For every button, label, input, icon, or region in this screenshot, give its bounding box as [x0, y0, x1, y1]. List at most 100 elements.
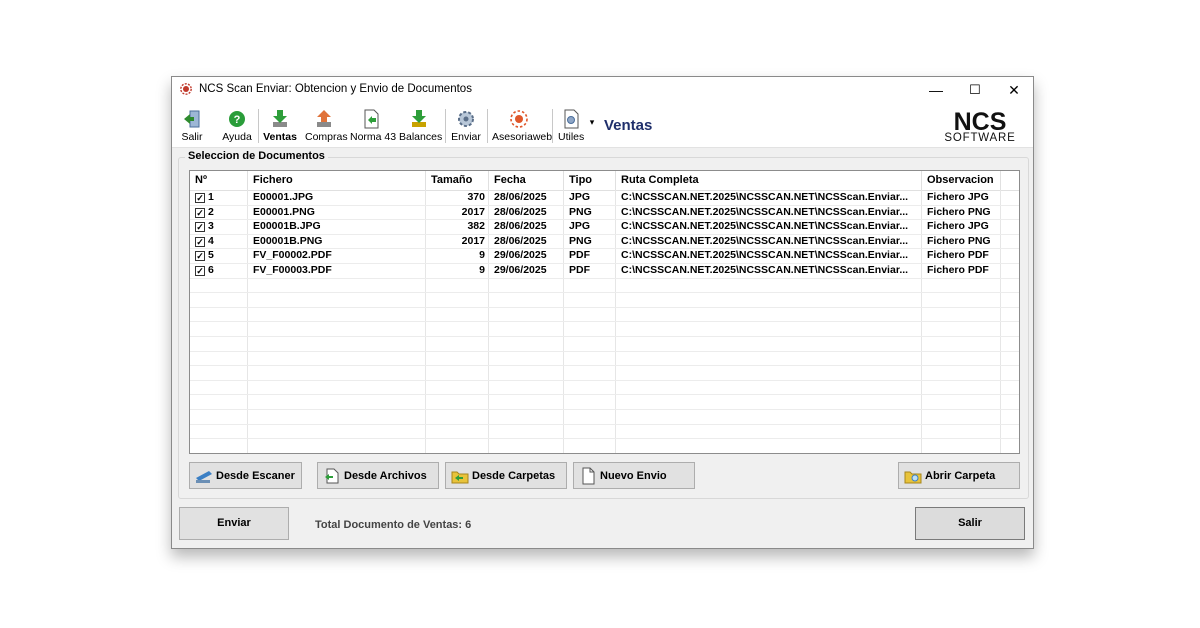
row-checkbox[interactable]: ✓	[195, 251, 205, 262]
selection-group-label: Seleccion de Documentos	[185, 150, 328, 162]
table-row	[190, 394, 1019, 410]
cell-number: ✓ 6	[190, 263, 248, 278]
cell-observacion: Fichero JPG	[927, 191, 989, 203]
close-button[interactable]: ✕	[994, 77, 1034, 103]
chevron-down-icon[interactable]: ▾	[587, 117, 597, 128]
maximize-button[interactable]: ☐	[955, 77, 995, 103]
column-header-tamano[interactable]: Tamaño	[426, 171, 489, 190]
cell-observacion: Fichero PNG	[927, 205, 991, 218]
row-checkbox[interactable]: ✓	[195, 193, 205, 203]
enviar-button[interactable]: Enviar	[179, 507, 289, 540]
desde-escaner-label: Desde Escaner	[216, 469, 295, 482]
cell-tamano: 9	[479, 264, 485, 276]
column-header-tipo[interactable]: Tipo	[564, 171, 616, 190]
norma43-icon	[364, 109, 379, 129]
cell-fecha: 28/06/2025	[494, 191, 547, 203]
documents-grid[interactable]: Nº Fichero Tamaño Fecha Tipo Ruta Comple…	[189, 170, 1020, 454]
table-row	[190, 438, 1019, 453]
desde-archivos-button[interactable]: Desde Archivos	[317, 462, 439, 489]
toolbar-utiles[interactable]: Utiles	[558, 108, 584, 143]
cell-fichero: E00001.JPG	[253, 191, 314, 203]
table-row	[190, 321, 1019, 337]
cell-tamano: 382	[467, 220, 485, 233]
app-window: NCS Scan Enviar: Obtencion y Envio de Do…	[171, 76, 1034, 549]
toolbar-enviar[interactable]: Enviar	[451, 108, 481, 143]
toolbar-enviar-label: Enviar	[451, 131, 481, 143]
cell-tipo: PNG	[569, 205, 592, 218]
cell-fecha: 29/06/2025	[494, 249, 547, 262]
cell-number: ✓ 3	[190, 219, 248, 234]
row-number: 3	[208, 220, 214, 233]
toolbar-salir-label: Salir	[181, 131, 203, 143]
cell-observacion: Fichero PNG	[927, 234, 991, 247]
cell-tamano: 370	[467, 191, 485, 203]
toolbar-ayuda[interactable]: ? Ayuda	[222, 108, 252, 143]
table-row[interactable]: ✓ 5 FV_F00002.PDF 9 29/06/2025 PDF C:\NCSSCAN.…	[190, 248, 1019, 264]
balances-icon	[412, 110, 426, 127]
row-checkbox[interactable]: ✓	[195, 222, 205, 233]
row-checkbox[interactable]: ✓	[195, 236, 205, 247]
cell-tipo: JPG	[569, 191, 591, 203]
cell-tamano: 9	[479, 249, 485, 262]
desde-archivos-label: Desde Archivos	[344, 469, 427, 482]
toolbar-ventas-label: Ventas	[263, 131, 297, 143]
salir-button[interactable]: Salir	[915, 507, 1025, 540]
toolbar-ventas[interactable]: Ventas	[263, 108, 297, 143]
table-row	[190, 351, 1019, 367]
ventas-download-icon	[273, 110, 287, 127]
title-bar: NCS Scan Enviar: Obtencion y Envio de Do…	[172, 77, 1033, 103]
cell-tipo: PDF	[569, 249, 590, 262]
toolbar-compras-label: Compras	[305, 131, 348, 143]
toolbar-salir[interactable]: Salir	[180, 108, 204, 143]
column-header-number[interactable]: Nº	[190, 171, 248, 190]
row-checkbox[interactable]: ✓	[195, 266, 205, 276]
folder-import-icon	[451, 471, 469, 483]
desde-carpetas-button[interactable]: Desde Carpetas	[445, 462, 567, 489]
row-checkbox[interactable]: ✓	[195, 207, 205, 218]
new-document-icon	[582, 467, 595, 484]
nuevo-envio-button[interactable]: Nuevo Envio	[573, 462, 695, 489]
table-row[interactable]: ✓ 4 E00001B.PNG 2017 28/06/2025 PNG C:\NCSSCAN…	[190, 234, 1019, 250]
cell-ruta: C:\NCSSCAN.NET.2025\NCSSCAN.NET\NCSScan.…	[621, 220, 909, 233]
column-header-observacion[interactable]: Observacion	[922, 171, 1001, 190]
table-row	[190, 292, 1019, 308]
compras-icon	[317, 110, 331, 127]
toolbar-asesoriaweb[interactable]: Asesoriaweb	[492, 108, 552, 143]
cell-tamano: 2017	[461, 234, 485, 247]
column-header-fichero[interactable]: Fichero	[248, 171, 426, 190]
app-icon	[180, 83, 192, 95]
cell-number: ✓ 5	[190, 248, 248, 263]
desde-escaner-button[interactable]: Desde Escaner	[189, 462, 302, 489]
desde-carpetas-label: Desde Carpetas	[472, 469, 556, 482]
ncs-software-logo: NCS SOFTWARE	[944, 108, 1014, 142]
grid-header: Nº Fichero Tamaño Fecha Tipo Ruta Comple…	[190, 171, 1019, 191]
table-row	[190, 365, 1019, 381]
cell-fecha: 28/06/2025	[494, 220, 547, 233]
table-row[interactable]: ✓ 6 FV_F00003.PDF 9 29/06/2025 PDF C:\NCSSCAN.…	[190, 263, 1019, 279]
cell-fecha: 29/06/2025	[494, 264, 547, 276]
table-row[interactable]: ✓ 2 E00001.PNG 2017 28/06/2025 PNG C:\NCSSCAN.…	[190, 205, 1019, 221]
cell-observacion: Fichero PDF	[927, 249, 989, 262]
toolbar-balances[interactable]: Balances	[399, 108, 442, 143]
cell-ruta: C:\NCSSCAN.NET.2025\NCSSCAN.NET\NCSScan.…	[621, 249, 909, 262]
file-import-icon	[325, 468, 339, 483]
cell-observacion: Fichero PDF	[927, 264, 989, 276]
table-row[interactable]: ✓ 3 E00001B.JPG 382 28/06/2025 JPG C:\NCSSCAN.…	[190, 219, 1019, 235]
cell-observacion: Fichero JPG	[927, 220, 989, 233]
web-icon	[510, 110, 528, 128]
cell-fecha: 28/06/2025	[494, 234, 547, 247]
toolbar-compras[interactable]: Compras	[305, 108, 348, 143]
table-row[interactable]: ✓ 1 E00001.JPG 370 28/06/2025 JPG C:\NCSSCAN.N…	[190, 190, 1019, 206]
abrir-carpeta-button[interactable]: Abrir Carpeta	[898, 462, 1020, 489]
toolbar-norma43[interactable]: Norma 43	[350, 108, 396, 143]
column-header-ruta[interactable]: Ruta Completa	[616, 171, 922, 190]
row-number: 1	[208, 191, 214, 203]
window-title: NCS Scan Enviar: Obtencion y Envio de Do…	[199, 83, 472, 95]
abrir-carpeta-label: Abrir Carpeta	[925, 469, 996, 482]
selection-group: Seleccion de Documentos Nº Fichero Tamañ…	[178, 150, 1029, 499]
exit-icon	[184, 110, 200, 128]
total-documents: Total Documento de Ventas: 6	[315, 519, 472, 531]
minimize-button[interactable]: —	[916, 77, 956, 103]
toolbar: Salir ? Ayuda Ventas Compras Norma 43 Ba…	[172, 103, 1033, 148]
column-header-fecha[interactable]: Fecha	[489, 171, 564, 190]
